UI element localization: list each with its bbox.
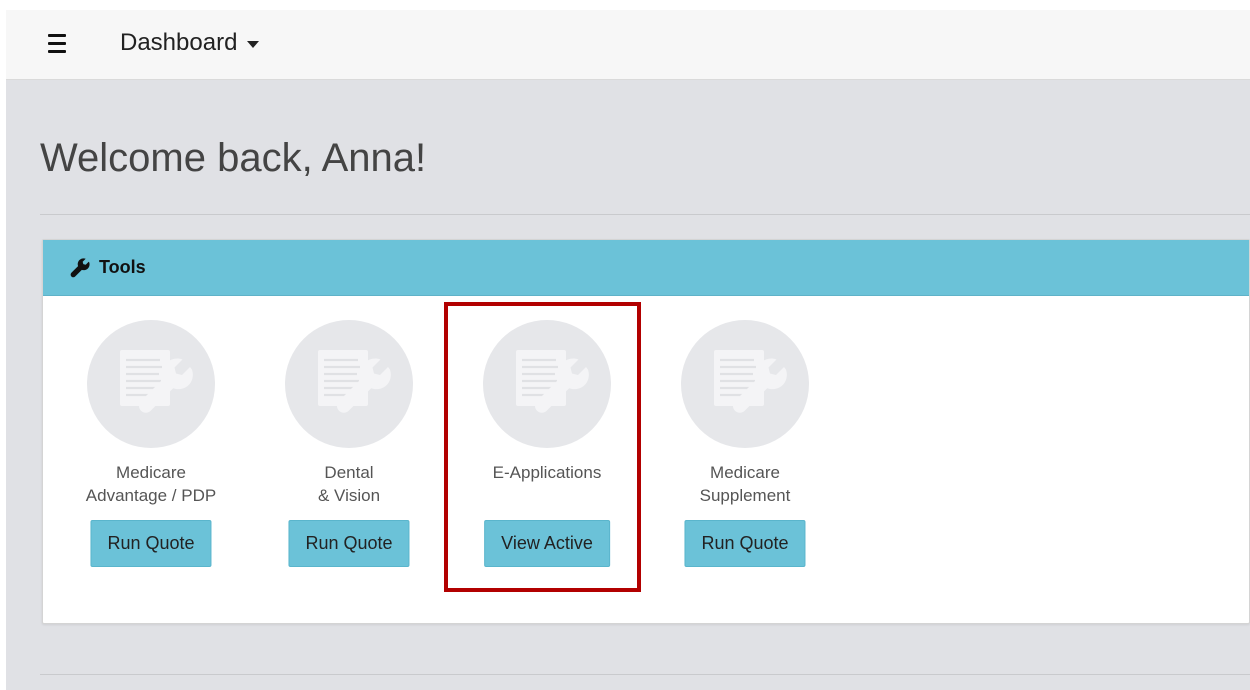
page-title: Welcome back, Anna! xyxy=(40,136,427,180)
document-wrench-icon xyxy=(87,320,215,448)
page: Dashboard Welcome back, Anna! Tools Medi… xyxy=(0,0,1250,690)
document-wrench-icon xyxy=(483,320,611,448)
hamburger-icon[interactable] xyxy=(48,34,66,54)
tool-name-line: Advantage / PDP xyxy=(85,486,217,505)
run-quote-button[interactable]: Run Quote xyxy=(90,520,212,567)
caret-down-icon xyxy=(247,41,260,48)
main-content: Welcome back, Anna! Tools Medicare Advan… xyxy=(6,80,1250,690)
tool-name: Medicare Supplement xyxy=(665,461,825,507)
tool-name-line: Supplement xyxy=(699,486,791,505)
tool-name-line: E-Applications xyxy=(492,463,602,482)
tool-name-line: Medicare xyxy=(710,463,780,482)
dashboard-label: Dashboard xyxy=(120,29,238,56)
tool-name: Medicare Advantage / PDP xyxy=(71,461,231,507)
document-wrench-icon xyxy=(285,320,413,448)
tools-panel: Tools Medicare Advantage / PDP Run Quote xyxy=(42,239,1250,624)
view-active-button[interactable]: View Active xyxy=(484,520,610,567)
tool-name: Dental & Vision xyxy=(269,461,429,507)
tools-panel-header: Tools xyxy=(43,240,1249,296)
tool-name-line: Dental xyxy=(324,463,374,482)
run-quote-button[interactable]: Run Quote xyxy=(288,520,410,567)
document-wrench-icon xyxy=(681,320,809,448)
top-navbar: Dashboard xyxy=(6,10,1250,80)
divider xyxy=(40,214,1250,215)
tool-name-line: Medicare xyxy=(116,463,186,482)
divider xyxy=(40,674,1250,675)
dashboard-dropdown[interactable]: Dashboard xyxy=(120,27,260,59)
tools-panel-title: Tools xyxy=(99,257,146,277)
run-quote-button[interactable]: Run Quote xyxy=(684,520,806,567)
tool-name: E-Applications xyxy=(467,461,627,484)
tool-name-line: & Vision xyxy=(317,486,381,505)
wrench-icon xyxy=(70,258,90,278)
